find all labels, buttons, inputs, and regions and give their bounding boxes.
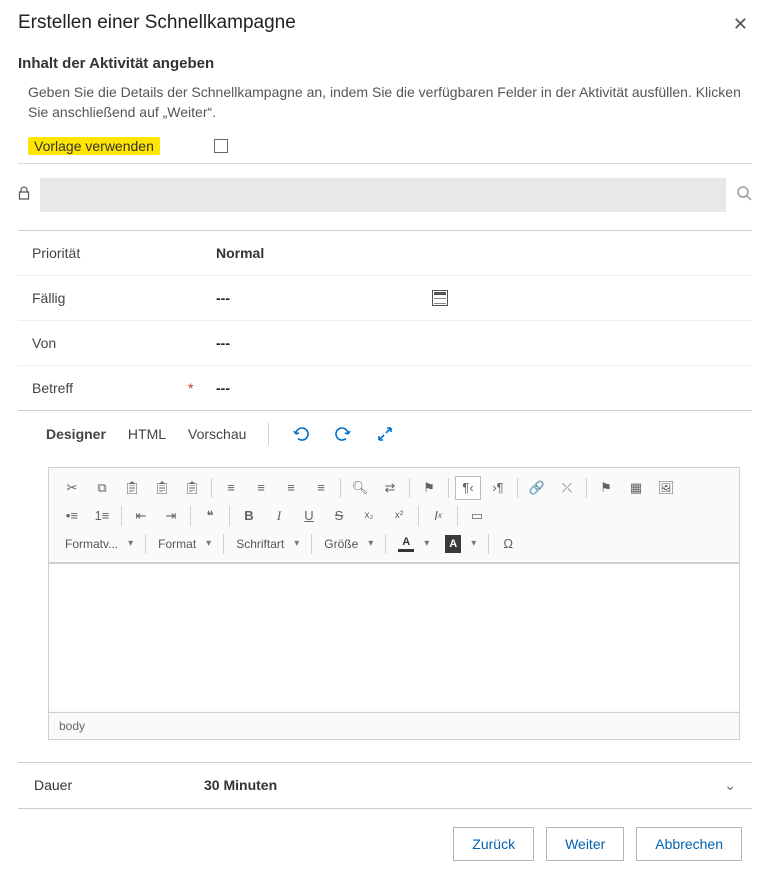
due-label: Fällig bbox=[18, 275, 188, 320]
calendar-icon[interactable] bbox=[432, 290, 448, 306]
due-value[interactable]: --- bbox=[216, 290, 230, 306]
field-duration[interactable]: Dauer 30 Minuten ⌄ bbox=[18, 762, 752, 809]
search-icon[interactable] bbox=[736, 185, 752, 205]
find-icon[interactable]: 🔍︎ bbox=[347, 476, 373, 500]
indent-icon[interactable]: ⇥ bbox=[158, 504, 184, 528]
clear-format-icon[interactable]: Ix bbox=[425, 504, 451, 528]
tab-designer[interactable]: Designer bbox=[46, 426, 106, 442]
duration-label: Dauer bbox=[34, 777, 204, 793]
embed-icon[interactable]: ▭ bbox=[464, 504, 490, 528]
bookmark-icon[interactable]: ⚑ bbox=[593, 476, 619, 500]
cut-icon[interactable]: ✂ bbox=[59, 476, 85, 500]
align-justify-icon[interactable]: ≡ bbox=[308, 476, 334, 500]
chevron-down-icon[interactable]: ⌄ bbox=[724, 777, 736, 794]
paste-icon[interactable]: 📋︎ bbox=[119, 476, 145, 500]
redo-icon[interactable] bbox=[333, 424, 353, 444]
replace-icon[interactable]: ⇄ bbox=[377, 476, 403, 500]
italic-icon[interactable]: I bbox=[266, 504, 292, 528]
dialog-title: Erstellen einer Schnellkampagne bbox=[18, 12, 296, 34]
bold-icon[interactable]: B bbox=[236, 504, 262, 528]
blockquote-icon[interactable]: ❝ bbox=[197, 504, 223, 528]
editor-textarea[interactable] bbox=[49, 563, 739, 709]
text-color-dropdown[interactable]: A▾ bbox=[392, 532, 435, 556]
editor-path[interactable]: body bbox=[49, 712, 739, 739]
ltr-icon[interactable]: ¶‹ bbox=[455, 476, 481, 500]
special-char-icon[interactable]: Ω bbox=[495, 532, 521, 556]
paste-word-icon[interactable]: 📋︎ bbox=[179, 476, 205, 500]
link-icon[interactable]: 🔗 bbox=[524, 476, 550, 500]
tab-preview[interactable]: Vorschau bbox=[188, 426, 246, 442]
section-subtitle: Inhalt der Aktivität angeben bbox=[18, 55, 752, 72]
back-button[interactable]: Zurück bbox=[453, 827, 534, 861]
field-subject[interactable]: Betreff * --- bbox=[18, 365, 752, 410]
underline-icon[interactable]: U bbox=[296, 504, 322, 528]
search-input[interactable] bbox=[40, 178, 726, 212]
priority-label: Priorität bbox=[18, 230, 188, 275]
instructions-text: Geben Sie die Details der Schnellkampagn… bbox=[28, 82, 742, 123]
size-dropdown[interactable]: Größe▾ bbox=[318, 532, 379, 556]
copy-icon[interactable]: ⧉ bbox=[89, 476, 115, 500]
table-icon[interactable]: ▦ bbox=[623, 476, 649, 500]
bg-color-dropdown[interactable]: A▾ bbox=[439, 532, 482, 556]
from-label: Von bbox=[18, 320, 188, 365]
tab-separator bbox=[268, 423, 269, 445]
outdent-icon[interactable]: ⇤ bbox=[128, 504, 154, 528]
strike-icon[interactable]: S bbox=[326, 504, 352, 528]
from-value[interactable]: --- bbox=[202, 320, 752, 365]
rich-text-editor: ✂ ⧉ 📋︎ 📋︎ 📋︎ ≡ ≡ ≡ ≡ 🔍︎ ⇄ ⚑ ¶‹ ›¶ 🔗 ⤫ ⚑ … bbox=[48, 467, 740, 740]
field-priority[interactable]: Priorität Normal bbox=[18, 230, 752, 275]
required-mark: * bbox=[188, 365, 202, 410]
format-style-dropdown[interactable]: Formatv...▾ bbox=[59, 532, 139, 556]
subscript-icon[interactable]: x₂ bbox=[356, 504, 382, 528]
subject-value[interactable]: --- bbox=[202, 365, 752, 410]
align-right-icon[interactable]: ≡ bbox=[278, 476, 304, 500]
cancel-button[interactable]: Abbrechen bbox=[636, 827, 742, 861]
image-icon[interactable]: 🖼︎ bbox=[653, 476, 679, 500]
align-center-icon[interactable]: ≡ bbox=[248, 476, 274, 500]
undo-icon[interactable] bbox=[291, 424, 311, 444]
next-button[interactable]: Weiter bbox=[546, 827, 624, 861]
field-due[interactable]: Fällig --- bbox=[18, 275, 752, 320]
lock-icon bbox=[18, 186, 30, 203]
close-icon[interactable]: ✕ bbox=[729, 12, 752, 37]
field-from[interactable]: Von --- bbox=[18, 320, 752, 365]
use-template-checkbox[interactable] bbox=[214, 139, 228, 153]
use-template-label: Vorlage verwenden bbox=[28, 137, 160, 155]
format-dropdown[interactable]: Format▾ bbox=[152, 532, 217, 556]
font-dropdown[interactable]: Schriftart▾ bbox=[230, 532, 305, 556]
subject-label: Betreff bbox=[18, 365, 188, 410]
rtl-icon[interactable]: ›¶ bbox=[485, 476, 511, 500]
paste-text-icon[interactable]: 📋︎ bbox=[149, 476, 175, 500]
tab-html[interactable]: HTML bbox=[128, 426, 166, 442]
numbered-list-icon[interactable]: 1≡ bbox=[89, 504, 115, 528]
bulleted-list-icon[interactable]: •≡ bbox=[59, 504, 85, 528]
expand-icon[interactable] bbox=[375, 424, 395, 444]
align-left-icon[interactable]: ≡ bbox=[218, 476, 244, 500]
priority-value[interactable]: Normal bbox=[202, 230, 752, 275]
duration-value[interactable]: 30 Minuten bbox=[204, 777, 724, 793]
superscript-icon[interactable]: x² bbox=[386, 504, 412, 528]
flag-icon[interactable]: ⚑ bbox=[416, 476, 442, 500]
unlink-icon[interactable]: ⤫ bbox=[554, 476, 580, 500]
